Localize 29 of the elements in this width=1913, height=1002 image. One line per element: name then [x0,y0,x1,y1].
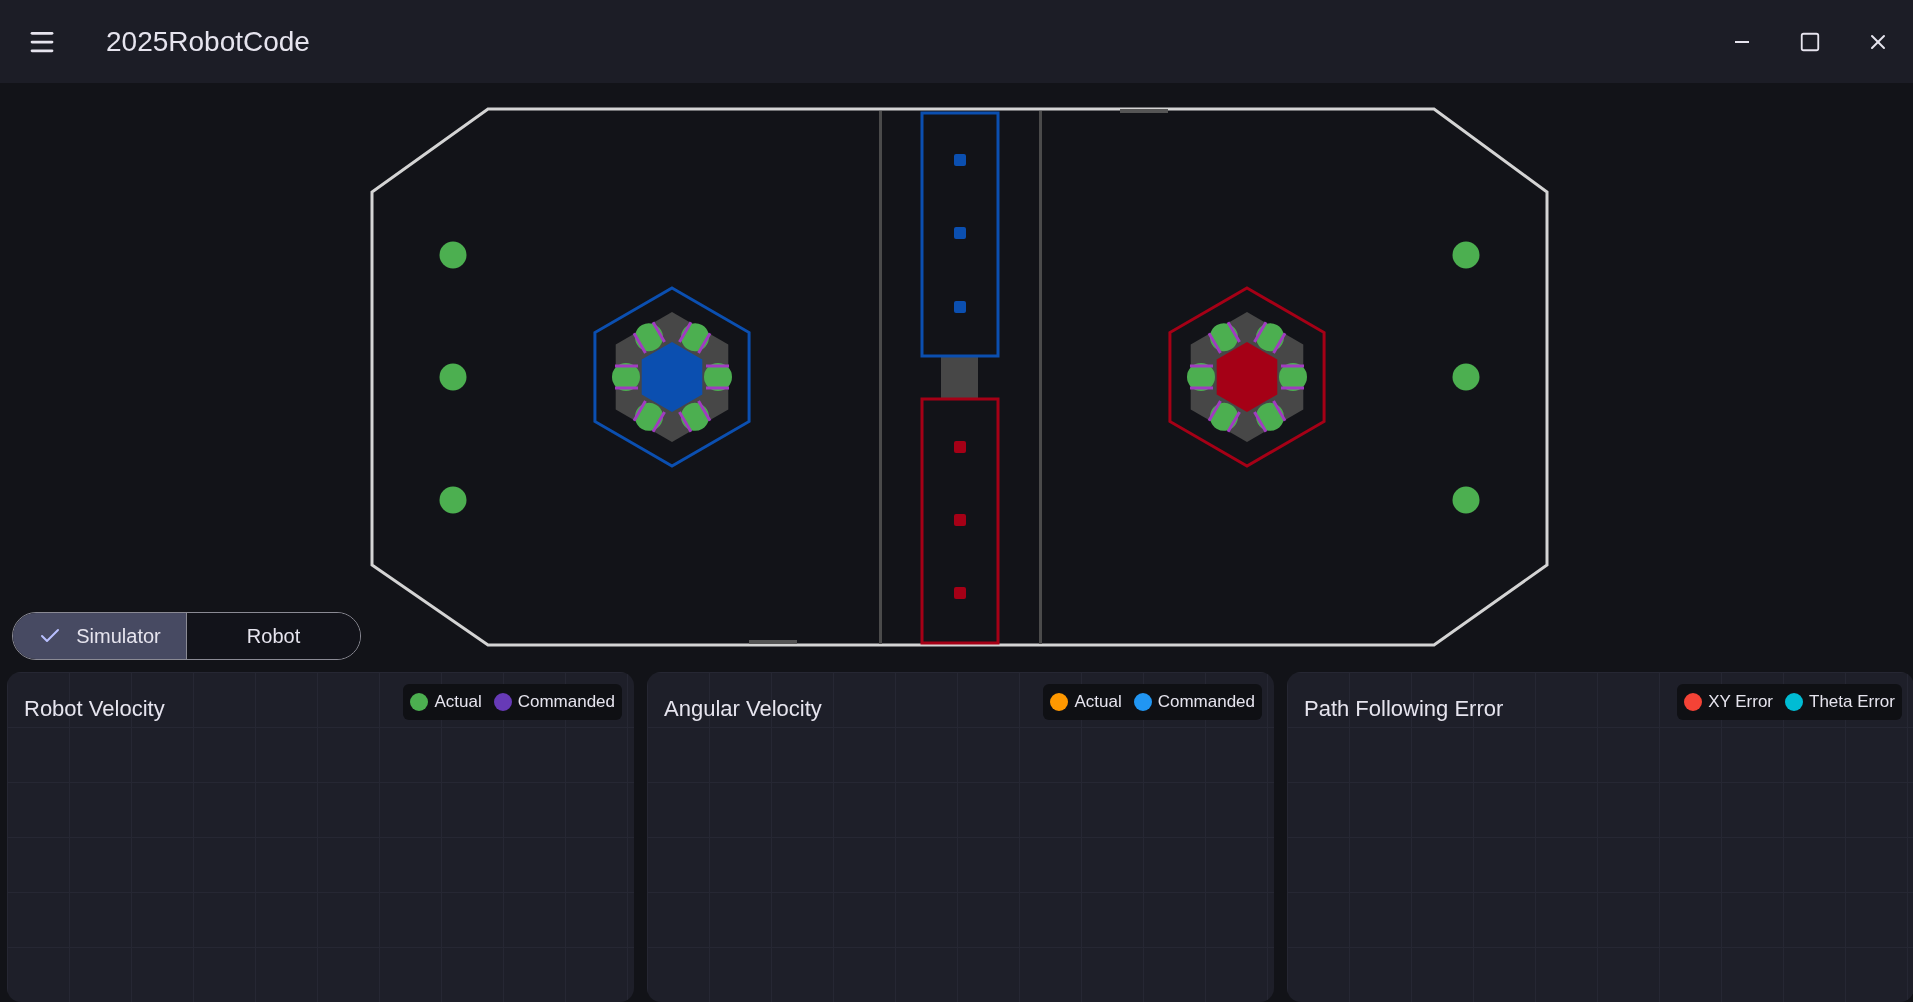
barge-block [941,357,978,398]
game-piece [1452,241,1480,269]
game-piece [439,241,467,269]
minimize-icon [1735,40,1749,43]
legend-label: Actual [1074,691,1122,714]
chart-title: Path Following Error [1304,695,1504,723]
field-marker [749,640,797,644]
mode-toggle[interactable]: Simulator [13,613,186,659]
cage-marker [954,301,966,313]
legend-label: Theta Error [1809,691,1895,714]
field-marker [1120,109,1168,113]
legend-label: Commanded [1157,691,1255,714]
legend-label: Commanded [517,691,615,714]
app-title: 2025RobotCode [106,24,310,59]
cage-marker [954,514,966,526]
chart-title: Robot Velocity [24,695,165,723]
cage-marker [954,441,966,453]
maximize-icon [1799,30,1821,53]
game-piece [1452,486,1480,514]
game-piece [1452,363,1480,391]
legend-label: Actual [434,691,482,714]
legend-label: XY Error [1708,691,1773,714]
mode-toggle[interactable]: Robot [186,613,360,659]
game-piece [439,486,467,514]
cage-marker [954,227,966,239]
cage-marker [954,587,966,599]
chart-title: Angular Velocity [664,695,822,723]
game-piece [439,363,467,391]
cage-marker [954,154,966,166]
